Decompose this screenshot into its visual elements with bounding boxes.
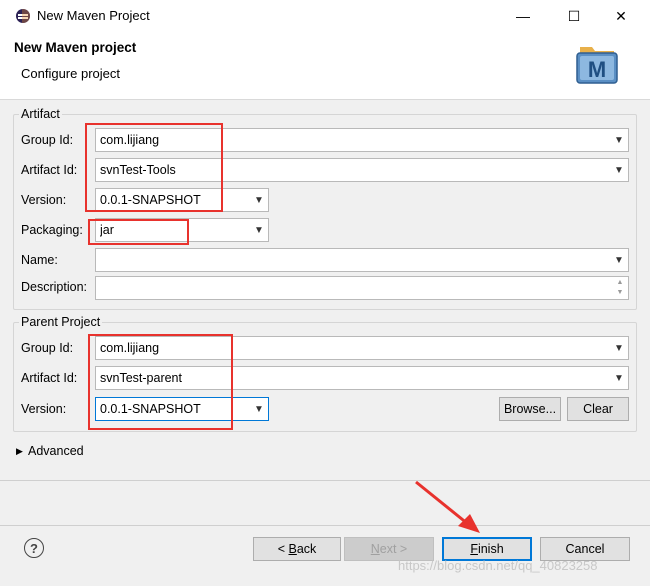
back-prefix: < — [277, 542, 289, 556]
finish-rest: inish — [477, 542, 504, 556]
parent-project-group-label: Parent Project — [19, 315, 103, 329]
next-mnemonic: N — [370, 542, 380, 556]
maven-logo-icon: M — [576, 47, 618, 84]
back-button[interactable]: < Back — [253, 537, 341, 561]
finish-mnemonic: F — [470, 542, 478, 556]
name-combo[interactable]: ▼ — [95, 248, 629, 272]
chevron-down-icon[interactable]: ▼ — [250, 219, 268, 241]
wizard-title: New Maven project — [14, 40, 137, 55]
artifact-group-label: Artifact — [19, 107, 62, 121]
separator — [0, 480, 650, 481]
annotation-box-artifact — [85, 123, 223, 212]
group-id-label: Group Id: — [21, 133, 74, 147]
window-title: New Maven Project — [37, 8, 150, 23]
chevron-down-icon[interactable]: ▼ — [610, 159, 628, 181]
close-button[interactable]: ✕ — [598, 0, 644, 32]
back-rest: ack — [296, 542, 317, 556]
maximize-button[interactable]: ☐ — [551, 0, 597, 32]
chevron-down-icon[interactable]: ▼ — [610, 129, 628, 151]
annotation-box-packaging — [88, 219, 189, 245]
wizard-subtitle: Configure project — [21, 66, 120, 81]
maven-logo-letter: M — [588, 57, 606, 82]
name-label: Name: — [21, 253, 58, 267]
chevron-down-icon[interactable]: ▼ — [250, 189, 268, 211]
minimize-button[interactable]: — — [500, 0, 546, 32]
annotation-arrow-icon — [415, 480, 480, 533]
clear-button[interactable]: Clear — [567, 397, 629, 421]
parent-artifact-id-label: Artifact Id: — [21, 371, 78, 385]
advanced-section-label[interactable]: Advanced — [28, 444, 84, 458]
eclipse-app-icon — [16, 9, 30, 23]
chevron-down-icon[interactable]: ▼ — [610, 367, 628, 389]
chevron-down-icon[interactable]: ▼ — [610, 249, 628, 271]
version-label: Version: — [21, 193, 67, 207]
expand-triangle-icon[interactable]: ▶ — [16, 446, 23, 457]
chevron-down-icon[interactable]: ▼ — [610, 337, 628, 359]
artifact-id-label: Artifact Id: — [21, 163, 78, 177]
separator — [0, 525, 650, 526]
description-textarea[interactable]: ▲ ▼ — [95, 276, 629, 300]
chevron-down-icon[interactable]: ▼ — [250, 398, 268, 420]
back-mnemonic: B — [288, 542, 297, 556]
annotation-box-parent — [88, 334, 233, 430]
browse-button[interactable]: Browse... — [499, 397, 561, 421]
packaging-label: Packaging: — [21, 223, 83, 237]
next-rest: ext > — [379, 542, 408, 556]
description-label: Description: — [21, 280, 87, 294]
scroll-arrows-icon[interactable]: ▲ ▼ — [614, 278, 626, 298]
parent-version-label: Version: — [21, 402, 67, 416]
help-icon[interactable]: ? — [24, 538, 44, 558]
parent-group-id-label: Group Id: — [21, 341, 74, 355]
watermark: https://blog.csdn.net/qq_40823258 — [398, 558, 598, 573]
